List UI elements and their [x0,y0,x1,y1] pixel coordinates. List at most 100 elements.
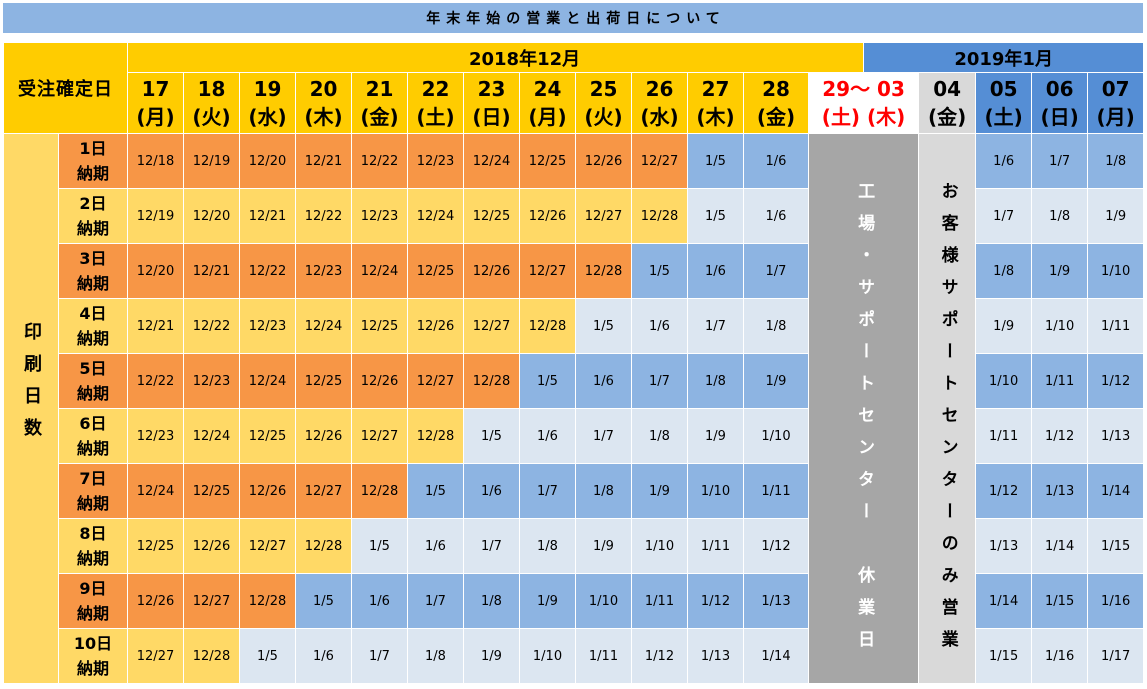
weekday: (水) [640,105,679,129]
ship-date-cell: 12/28 [183,628,240,684]
ship-date-cell: 12/26 [575,133,632,189]
month-label-dec: 2018年12月 [468,48,581,70]
weekday: (水) [248,105,287,129]
ship-date-cell: 12/27 [631,133,688,189]
lead-days: 3日 [79,249,107,268]
day-number: 28 [762,77,790,101]
day-number: 05 [989,77,1018,101]
weekday: (金) [360,105,399,129]
ship-date-cell: 12/23 [407,133,464,189]
ship-date-cell: 1/12 [687,573,744,629]
lead-days: 10日 [73,634,113,653]
lead-days: 4日 [79,304,107,323]
ship-date-cell: 12/27 [575,188,632,244]
day-header-jan: 05 (土) [975,72,1033,134]
ship-date-cell: 12/20 [127,243,184,299]
ship-date-cell: 1/12 [743,518,809,574]
day-number: 25 [589,77,618,101]
ship-date-cell: 1/7 [631,353,688,409]
calendar-header: 受注確定日 2018年12月 2019年1月 17 (月) 18 (火) 19 (水) 20… [3,42,1145,134]
lead-days: 1日 [79,139,107,158]
ship-date-cell: 1/6 [743,188,809,244]
ship-date-cell: 1/8 [975,243,1033,299]
ship-date-cell: 1/14 [1031,518,1089,574]
weekday: (月) [1096,105,1135,129]
ship-date-cell: 1/10 [631,518,688,574]
ship-date-cell: 1/8 [631,408,688,464]
ship-date-cell: 12/23 [239,298,296,354]
weekday: (金) [756,105,796,129]
ship-date-cell: 12/22 [351,133,408,189]
ship-date-cell: 1/6 [519,408,576,464]
day-number: 26 [645,77,674,101]
lead-term: 納期 [76,604,109,623]
weekday: (土) (木) [821,105,906,129]
factory-closed-notice: 工場・サポートセンター 休業日 [810,156,918,662]
ship-date-cell: 1/7 [975,188,1033,244]
ship-date-cell: 12/26 [183,518,240,574]
ship-date-cell: 12/24 [127,463,184,519]
ship-date-cell: 1/8 [743,298,809,354]
ship-date-cell: 12/27 [463,298,520,354]
lead-time-label: 8日 納期 [58,518,128,574]
weekday: (火) [192,105,231,129]
ship-date-cell: 1/6 [743,133,809,189]
day-number: 23 [477,77,506,101]
ship-date-cell: 1/11 [575,628,632,684]
ship-date-cell: 1/10 [1031,298,1089,354]
ship-date-cell: 1/5 [407,463,464,519]
weekday: (金) [928,105,967,129]
ship-date-cell: 12/23 [183,353,240,409]
ship-date-cell: 1/10 [519,628,576,684]
ship-date-cell: 12/22 [239,243,296,299]
day-header-jan: 06 (日) [1031,72,1089,134]
print-days-label: 印刷日数 [21,321,42,450]
ship-date-cell: 1/11 [1031,353,1089,409]
ship-date-cell: 12/20 [239,133,296,189]
lead-term: 納期 [76,274,109,293]
lead-term: 納期 [76,219,109,238]
ship-date-cell: 1/13 [1087,408,1145,464]
month-label-jan: 2019年1月 [954,48,1053,70]
ship-date-cell: 1/8 [463,573,520,629]
weekday: (木) [696,105,735,129]
ship-date-cell: 12/19 [183,133,240,189]
ship-date-cell: 12/28 [575,243,632,299]
ship-date-cell: 1/7 [743,243,809,299]
month-header-jan: 2019年1月 [863,42,1145,73]
ship-date-cell: 12/18 [127,133,184,189]
lead-term: 納期 [76,659,109,678]
ship-date-cell: 1/7 [575,408,632,464]
ship-date-cell: 1/13 [1031,463,1089,519]
ship-date-cell: 1/9 [743,353,809,409]
shipping-calendar-table: 受注確定日 2018年12月 2019年1月 17 (月) 18 (火) 19 (水) 20… [3,42,1145,684]
ship-date-cell: 1/12 [1087,353,1145,409]
ship-date-cell: 12/25 [127,518,184,574]
ship-date-cell: 12/27 [351,408,408,464]
weekday: (土) [984,105,1023,129]
lead-term: 納期 [76,549,109,568]
ship-date-cell: 1/14 [1087,463,1145,519]
ship-date-cell: 12/21 [127,298,184,354]
ship-date-cell: 12/26 [295,408,352,464]
day-header-dec: 21 (金) [351,72,408,134]
weekday: (日) [472,105,511,129]
factory-closed-text: 休業日 [854,565,875,662]
ship-date-cell: 12/25 [519,133,576,189]
lead-days: 6日 [79,414,107,433]
day-number: 21 [365,77,394,101]
lead-days: 5日 [79,359,107,378]
lead-time-label: 9日 納期 [58,573,128,629]
ship-date-cell: 12/19 [127,188,184,244]
order-confirm-date-header: 受注確定日 [3,42,128,134]
ship-date-cell: 12/28 [631,188,688,244]
support-only-column: お客様サポートセンターのみ営業 [918,133,977,684]
weekday: (土) [416,105,455,129]
ship-date-cell: 12/26 [239,463,296,519]
ship-date-cell: 1/8 [687,353,744,409]
ship-date-cell: 12/28 [463,353,520,409]
ship-date-cell: 1/5 [351,518,408,574]
print-days-wrap: 印刷日数 [5,321,58,496]
ship-date-cell: 1/7 [687,298,744,354]
calendar-body: 印刷日数 1日 納期 12/18 12/19 12/20 12/21 12/22 12/23 12… [3,133,1145,684]
